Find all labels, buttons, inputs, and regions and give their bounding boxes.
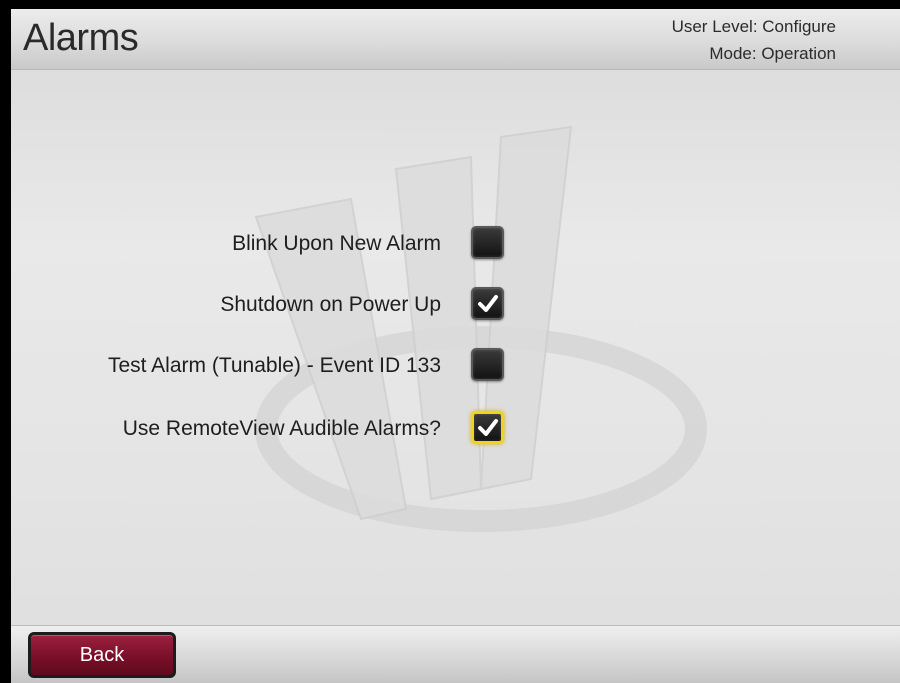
header-bar: Alarms User Level: Configure Mode: Opera… <box>11 9 900 70</box>
back-button[interactable]: Back <box>28 632 176 678</box>
shutdown-on-power-up-checkbox[interactable] <box>471 287 504 320</box>
checkmark-icon <box>473 289 502 318</box>
checkmark-icon <box>474 414 501 441</box>
setting-row-shutdown: Shutdown on Power Up <box>11 285 900 325</box>
setting-row-remoteview: Use RemoteView Audible Alarms? <box>11 409 900 449</box>
setting-label: Test Alarm (Tunable) - Event ID 133 <box>107 354 441 377</box>
setting-label: Blink Upon New Alarm <box>232 232 441 255</box>
setting-row-blink: Blink Upon New Alarm <box>11 224 900 264</box>
alarms-screen: Alarms User Level: Configure Mode: Opera… <box>11 9 900 683</box>
setting-label: Shutdown on Power Up <box>220 293 441 316</box>
blink-upon-new-alarm-checkbox[interactable] <box>471 226 504 259</box>
checkmark-icon <box>473 350 502 379</box>
mode-status: Mode: Operation <box>709 44 836 63</box>
footer-bar: Back <box>11 625 900 683</box>
page-title: Alarms <box>23 17 139 59</box>
setting-label: Use RemoteView Audible Alarms? <box>122 417 441 440</box>
remoteview-audible-alarms-checkbox[interactable] <box>471 411 504 444</box>
setting-row-test-alarm: Test Alarm (Tunable) - Event ID 133 <box>11 346 900 386</box>
test-alarm-checkbox[interactable] <box>471 348 504 381</box>
user-level-status: User Level: Configure <box>671 17 836 36</box>
checkmark-icon <box>473 228 502 257</box>
